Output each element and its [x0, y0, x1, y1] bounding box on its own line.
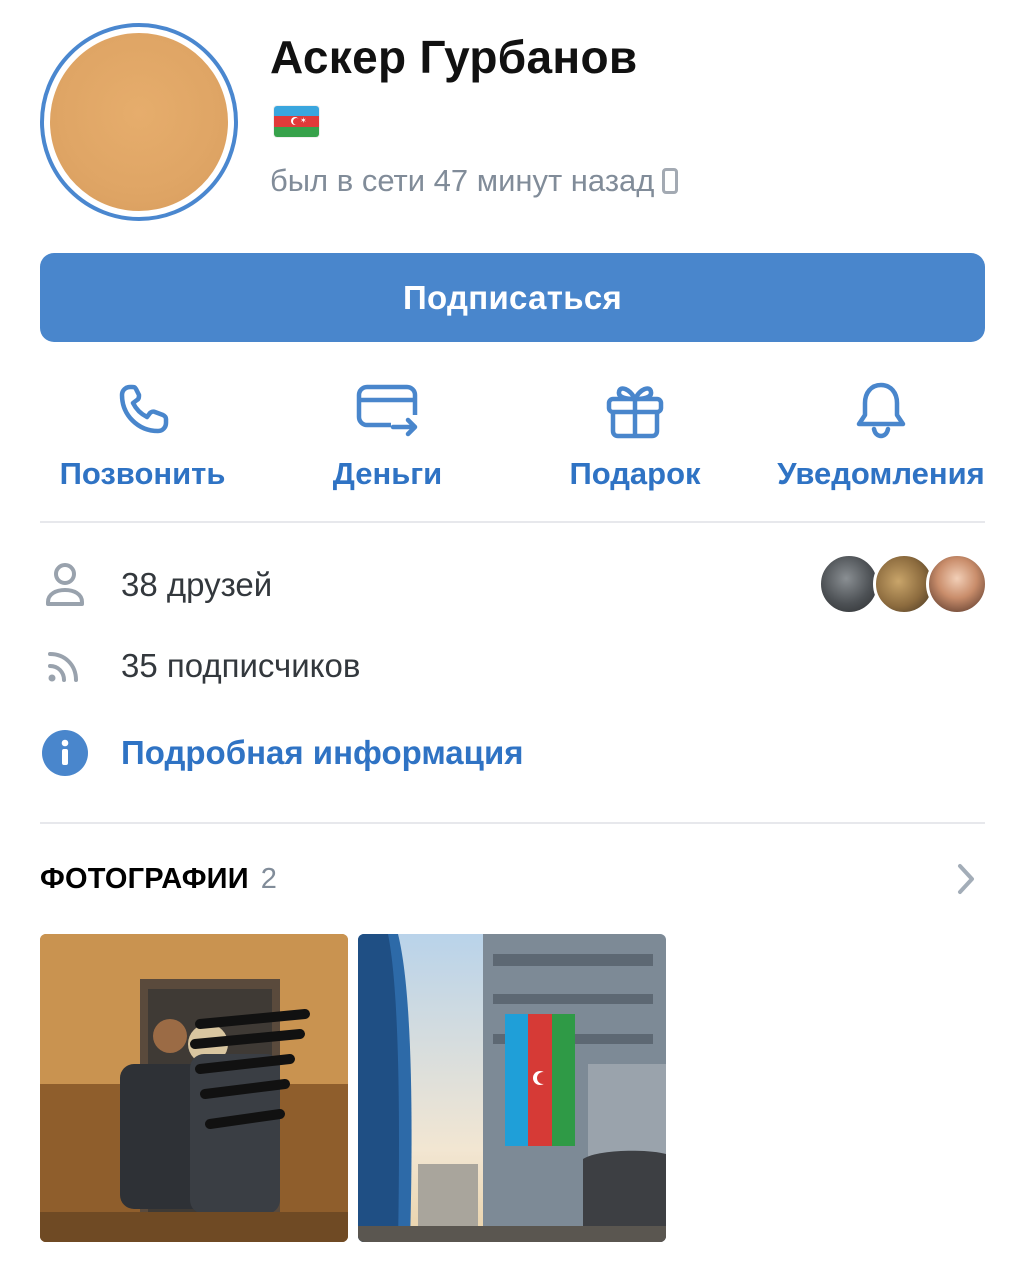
status-text: был в сети 47 минут назад	[270, 163, 655, 198]
photo-thumbnail[interactable]	[40, 934, 348, 1242]
bell-icon	[856, 382, 906, 439]
photos-count: 2	[260, 863, 278, 895]
friend-avatar[interactable]	[818, 553, 880, 615]
avatar-image	[50, 33, 228, 211]
details-link[interactable]: Подробная информация	[121, 734, 524, 772]
phone-icon	[119, 384, 168, 434]
divider	[40, 521, 985, 523]
rss-icon	[48, 652, 78, 682]
action-label-money: Деньги	[332, 456, 443, 491]
friends-row[interactable]: 38 друзей	[40, 560, 272, 610]
chevron-right-icon[interactable]	[952, 862, 980, 896]
action-label-gift: Подарок	[569, 456, 701, 491]
photos-title: ФОТОГРАФИИ	[40, 863, 249, 895]
call-button[interactable]: Позвонить	[40, 375, 245, 492]
details-row[interactable]: Подробная информация	[40, 728, 524, 778]
divider	[40, 822, 985, 824]
profile-name: Аскер Гурбанов	[270, 31, 638, 83]
info-icon	[42, 730, 88, 776]
followers-row[interactable]: 35 подписчиков	[40, 641, 360, 691]
mobile-phone-icon	[662, 168, 679, 194]
gift-icon	[606, 386, 664, 439]
money-card-icon	[356, 384, 421, 437]
notifications-button[interactable]: Уведомления	[775, 375, 987, 492]
profile-avatar[interactable]	[40, 23, 238, 221]
action-label-notifications: Уведомления	[777, 456, 985, 491]
subscribe-button[interactable]: Подписаться	[40, 253, 985, 342]
photo-thumbnail[interactable]	[358, 934, 666, 1242]
person-icon	[46, 563, 84, 606]
photo-image	[358, 934, 666, 1242]
photos-header[interactable]: ФОТОГРАФИИ 2	[40, 863, 277, 896]
friends-count: 38 друзей	[121, 566, 273, 603]
photo-image	[40, 934, 348, 1242]
online-status: был в сети 47 минут назад	[270, 163, 679, 199]
azerbaijan-flag-icon: ✶	[274, 106, 319, 137]
friend-avatar[interactable]	[926, 553, 988, 615]
action-label-call: Позвонить	[59, 456, 226, 491]
friends-avatars[interactable]	[818, 553, 988, 615]
followers-count: 35 подписчиков	[121, 647, 361, 684]
gift-button[interactable]: Подарок	[550, 375, 720, 492]
money-button[interactable]: Деньги	[300, 375, 475, 492]
